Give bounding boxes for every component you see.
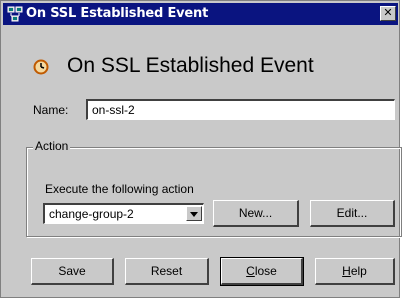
reset-button-label: Reset — [150, 264, 183, 278]
close-icon[interactable]: ✕ — [380, 6, 396, 21]
action-instruction: Execute the following action — [45, 182, 194, 196]
reset-button[interactable]: Reset — [125, 258, 209, 285]
edit-action-button-label: Edit... — [336, 206, 368, 220]
edit-action-button[interactable]: Edit... — [310, 200, 395, 227]
name-field[interactable] — [86, 99, 395, 120]
action-group-legend: Action — [33, 139, 71, 153]
close-button[interactable]: Close — [220, 257, 304, 286]
action-select[interactable]: change-group-2 — [43, 203, 204, 224]
clock-icon — [33, 59, 49, 75]
network-computers-icon — [7, 6, 23, 22]
help-button[interactable]: Help — [315, 258, 395, 285]
title-bar[interactable]: On SSL Established Event ✕ — [3, 3, 398, 25]
new-action-button-label: New... — [238, 206, 273, 220]
page-title: On SSL Established Event — [67, 54, 314, 77]
name-label: Name: — [33, 103, 69, 117]
help-button-label: Help — [342, 264, 367, 278]
save-button-label: Save — [58, 264, 86, 278]
save-button[interactable]: Save — [31, 258, 114, 285]
close-button-label: Close — [246, 264, 277, 278]
dialog-window: On SSL Established Event ✕ On SSL Establ… — [0, 0, 402, 298]
action-select-value: change-group-2 — [49, 207, 134, 221]
chevron-down-icon[interactable] — [186, 206, 202, 221]
window-title: On SSL Established Event — [26, 6, 209, 21]
new-action-button[interactable]: New... — [213, 200, 299, 227]
